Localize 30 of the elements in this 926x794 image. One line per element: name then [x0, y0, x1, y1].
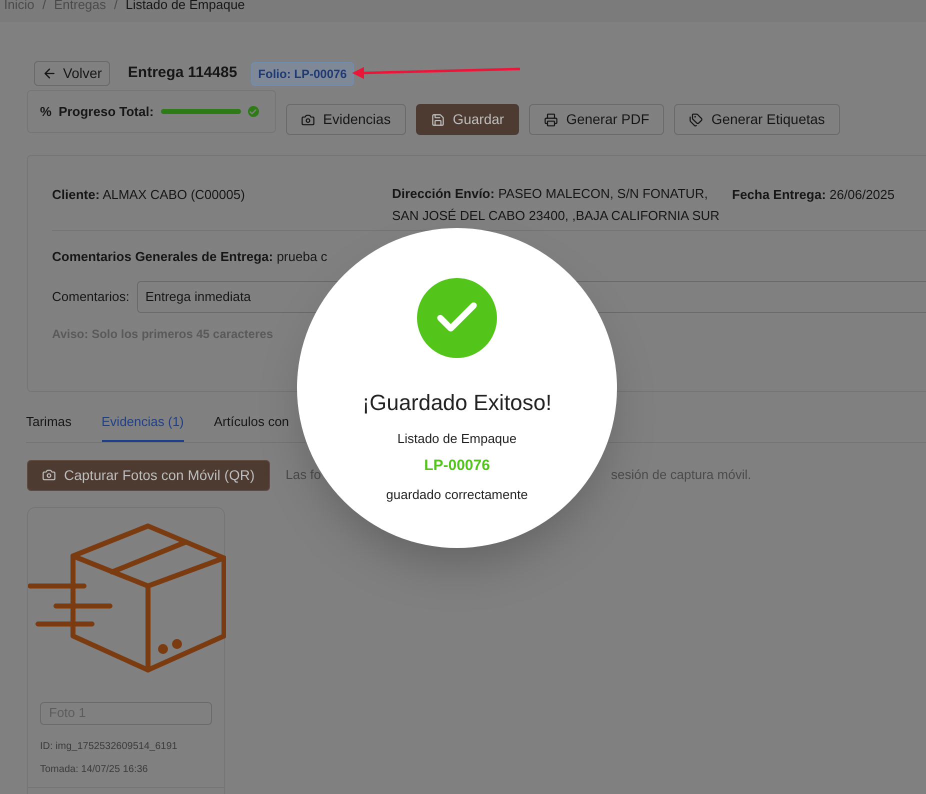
toolbar-icon: [689, 112, 704, 126]
camera-icon: [42, 468, 56, 482]
back-button[interactable]: Volver: [34, 61, 110, 86]
modal-title: ¡Guardado Exitoso!: [362, 389, 552, 417]
page-title: Entrega 114485: [128, 63, 238, 84]
capture-button[interactable]: Capturar Fotos con Móvil (QR): [27, 460, 270, 490]
toolbar-icon: [544, 112, 558, 126]
modal-folio: LP-00076: [424, 456, 490, 476]
comments-label: Comentarios:: [52, 288, 130, 306]
info-text: Comentarios Generales de Entrega: prueba c: [52, 249, 328, 264]
info-text: SAN JOSÉ DEL CABO 23400, ,BAJA CALIFORNIA SUR: [392, 207, 721, 225]
modal-message: guardado correctamente: [386, 486, 528, 504]
toolbar-icon: [430, 112, 445, 126]
toolbar-button[interactable]: Guardar: [416, 104, 520, 135]
photo-date: Tomada: 14/07/25 16:36: [40, 762, 149, 776]
progress-label: Progreso Total:: [58, 102, 154, 121]
tab[interactable]: Artículos con: [214, 412, 290, 442]
folio-badge: Folio: LP-00076: [251, 62, 354, 86]
toolbar-button[interactable]: Generar PDF: [529, 104, 664, 135]
tab[interactable]: Evidencias (1): [102, 412, 184, 442]
toolbar-icon: [301, 112, 315, 126]
info-text: Cliente: ALMAX CABO (C00005): [52, 187, 245, 202]
percent-icon: %: [40, 102, 52, 122]
toolbar-button[interactable]: Evidencias: [286, 104, 406, 135]
photo-id: ID: img_1752532609514_6191: [40, 740, 178, 754]
toolbar-button[interactable]: Generar Etiquetas: [674, 104, 840, 135]
tab[interactable]: Tarimas: [26, 412, 72, 442]
modal-subtitle: Listado de Empaque: [397, 430, 517, 448]
info-text: Fecha Entrega: 26/06/2025: [732, 187, 895, 202]
info-text: Dirección Envío: PASEO MALECON, S/N FONATUR,: [392, 185, 709, 203]
